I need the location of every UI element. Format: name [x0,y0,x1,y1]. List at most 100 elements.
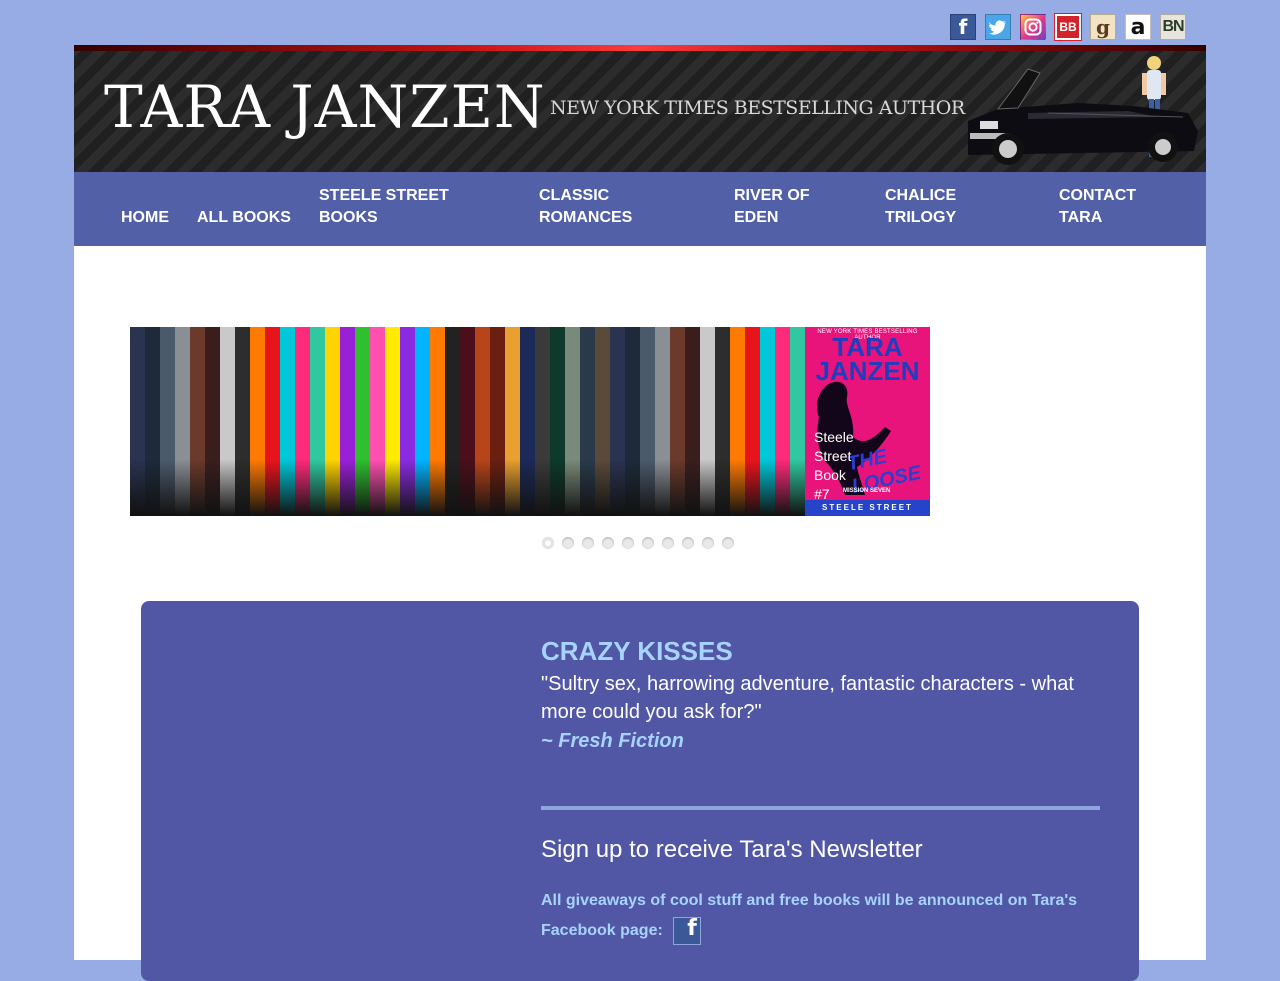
caption-line: Steele [814,429,854,445]
slider-dot[interactable] [662,537,674,549]
book-spine [295,327,310,516]
main-nav: HOME ALL BOOKS STEELE STREET BOOKS CLASS… [74,172,1206,246]
instagram-icon[interactable] [1020,14,1046,40]
site-logo[interactable]: TARA JANZEN [104,73,546,141]
goodreads-icon[interactable]: g [1090,14,1116,40]
nav-label-line-1: CLASSIC [539,187,610,204]
nav-label-line-1: CONTACT [1059,187,1137,204]
nav-home[interactable]: HOME [121,207,169,229]
slider-dot[interactable] [602,537,614,549]
book-spine [475,327,490,516]
book-spine [415,327,430,516]
newsletter-note-text: All giveaways of cool stuff and free boo… [541,892,1078,939]
book-spine [730,327,745,516]
book-spine [370,327,385,516]
book-spine [250,327,265,516]
divider [541,806,1100,810]
amazon-icon[interactable]: a [1125,14,1151,40]
book-spine [190,327,205,516]
book-spine [655,327,670,516]
book-spine [760,327,775,516]
book-slider[interactable]: NEW YORK TIMES BESTSELLING AUTHOR TARA J… [130,327,930,516]
nav-all-books-label: ALL BOOKS [197,209,291,226]
book-spine [340,327,355,516]
book-spine [535,327,550,516]
book-spine [610,327,625,516]
nav-river-of-eden[interactable]: RIVER OF EDEN [734,185,810,229]
caption-line: Street [814,448,852,464]
book-spine [160,327,175,516]
book-spine [505,327,520,516]
twitter-icon[interactable] [985,14,1011,40]
slide-caption: Steele Street Book #7 [814,428,874,504]
book-spine [280,327,295,516]
bookbub-icon[interactable]: BB [1054,13,1082,41]
facebook-icon[interactable]: f [950,14,976,40]
book-spine [130,327,145,516]
nav-chalice-trilogy[interactable]: CHALICE TRILOGY [885,185,956,229]
slider-dot[interactable] [682,537,694,549]
book-spine [745,327,760,516]
book-spine [490,327,505,516]
book-spine [175,327,190,516]
book-spine [520,327,535,516]
review-source: ~ Fresh Fiction [541,730,684,752]
book-spine [460,327,475,516]
book-spine [580,327,595,516]
book-spine [205,327,220,516]
book-spine [310,327,325,516]
slider-pagination [542,537,734,549]
book-spine [715,327,730,516]
social-links: f BB g a BN [950,13,1186,41]
slider-dot[interactable] [702,537,714,549]
newsletter-note: All giveaways of cool stuff and free boo… [541,886,1101,946]
cover-author: TARA JANZEN [805,334,930,384]
book-spine [235,327,250,516]
site-header: TARA JANZEN NEW YORK TIMES BESTSELLING A… [74,45,1206,172]
nav-contact-tara[interactable]: CONTACT TARA [1059,185,1136,229]
nav-label-line-2: BOOKS [319,209,378,226]
nav-label-line-2: EDEN [734,209,779,226]
slider-dot[interactable] [642,537,654,549]
book-spine [265,327,280,516]
book-spine [145,327,160,516]
nav-label-line-1: CHALICE [885,187,957,204]
caption-line: Book [814,467,846,483]
facebook-icon[interactable]: f [672,916,701,945]
slider-dot[interactable] [542,537,554,549]
newsletter-title: Sign up to receive Tara's Newsletter [541,836,923,863]
book-spine [685,327,700,516]
book-spine [700,327,715,516]
book-spine [325,327,340,516]
slider-dot[interactable] [582,537,594,549]
caption-line: #7 [814,486,830,502]
book-spine [595,327,610,516]
book-spine [790,327,805,516]
slider-dot[interactable] [722,537,734,549]
car-photo [968,56,1198,165]
book-spine [670,327,685,516]
nav-steele-street-books[interactable]: STEELE STREET BOOKS [319,185,449,229]
book-spine [400,327,415,516]
nav-label-line-2: ROMANCES [539,209,633,226]
book-spine [445,327,460,516]
nav-label-line-1: STEELE STREET [319,187,449,204]
nav-classic-romances[interactable]: CLASSIC ROMANCES [539,185,632,229]
book-spine [430,327,445,516]
promo-title[interactable]: CRAZY KISSES [541,636,733,667]
barnes-noble-icon[interactable]: BN [1160,14,1186,40]
book-spine [565,327,580,516]
nav-label-line-1: RIVER OF [734,187,810,204]
book-spine [625,327,640,516]
book-spine [385,327,400,516]
nav-label-line-2: TRILOGY [885,209,957,226]
book-spine [355,327,370,516]
nav-all-books[interactable]: ALL BOOKS [197,207,291,229]
slider-dot[interactable] [562,537,574,549]
book-spine [550,327,565,516]
book-spine [775,327,790,516]
book-spine [220,327,235,516]
slider-dot[interactable] [622,537,634,549]
book-spine [640,327,655,516]
nav-label-line-2: TARA [1059,209,1103,226]
